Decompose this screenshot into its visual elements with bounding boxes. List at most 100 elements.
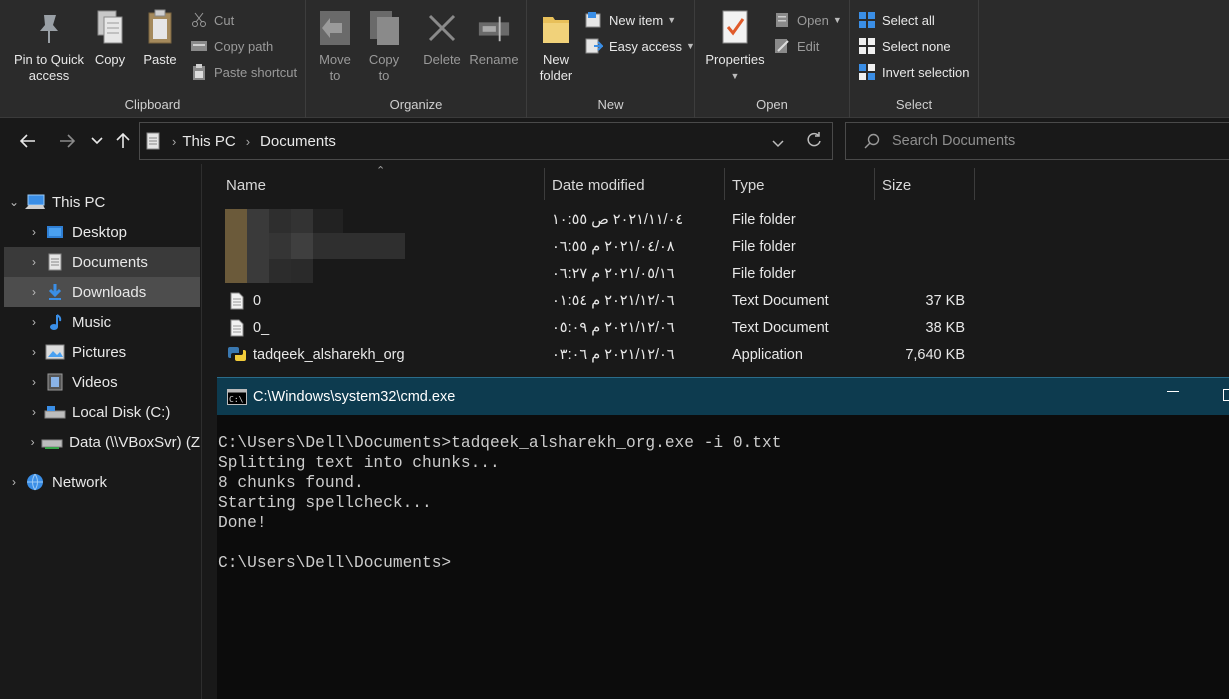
address-bar[interactable]: › This PC › Documents — [139, 122, 833, 160]
organize-group: Move to Copy to Delete Rename Organize — [306, 0, 527, 118]
collapsed-chevron-icon[interactable]: › — [24, 435, 41, 449]
column-divider[interactable] — [874, 168, 875, 200]
invert-selection-label: Invert selection — [882, 64, 970, 80]
paste-button[interactable]: Paste — [138, 8, 182, 68]
select-group: Select all Select none Invert selection … — [850, 0, 979, 118]
sidebar-item-label: Pictures — [72, 343, 127, 361]
select-all-button[interactable]: Select all — [858, 10, 935, 30]
search-icon — [864, 133, 880, 149]
paste-shortcut-icon — [190, 64, 208, 80]
text-document-icon — [230, 292, 244, 314]
rename-button[interactable]: Rename — [468, 8, 520, 68]
select-none-button[interactable]: Select none — [858, 36, 951, 56]
search-box[interactable]: Search Documents — [845, 122, 1229, 160]
sidebar-item-this-pc[interactable]: ⌄ This PC — [4, 187, 200, 217]
column-divider[interactable] — [724, 168, 725, 200]
collapsed-chevron-icon[interactable]: › — [24, 375, 44, 389]
new-group: New folder New item ▼ Easy access ▼ New — [527, 0, 695, 118]
new-item-button[interactable]: New item ▼ — [585, 10, 676, 30]
text-document-icon — [230, 319, 244, 341]
recent-locations-chevron-down-icon[interactable] — [84, 128, 110, 154]
sidebar-item-network[interactable]: › Network — [4, 467, 200, 497]
file-row[interactable]: ٢٠٢١/٠٥/١٦ م ٠٦:٢٧ File folder — [203, 262, 1229, 289]
collapsed-chevron-icon[interactable]: › — [24, 405, 44, 419]
sidebar-item-videos[interactable]: › Videos — [24, 367, 200, 397]
cmd-title-bar[interactable]: C:\ C:\Windows\system32\cmd.exe — [217, 377, 1229, 415]
sidebar-item-desktop[interactable]: › Desktop — [24, 217, 200, 247]
invert-selection-button[interactable]: Invert selection — [858, 62, 969, 82]
collapsed-chevron-icon[interactable]: › — [24, 285, 44, 299]
column-divider[interactable] — [974, 168, 975, 200]
breadcrumb-this-pc[interactable]: This PC — [182, 133, 235, 150]
sidebar-item-local-disk[interactable]: › Local Disk (C:) — [24, 397, 200, 427]
file-size: 7,640 KB — [905, 347, 965, 363]
move-to-button[interactable]: Move to — [314, 8, 356, 84]
column-header-date-modified[interactable]: Date modified — [552, 170, 645, 200]
back-arrow-icon[interactable] — [15, 128, 41, 154]
file-row[interactable]: ٢٠٢١/٠٤/٠٨ م ٠٦:٥٥ File folder — [203, 235, 1229, 262]
pictures-icon — [44, 343, 66, 361]
console-line: C:\Users\Dell\Documents>tadqeek_alsharek… — [218, 434, 782, 452]
sidebar-item-data-vboxsvr[interactable]: › Data (\\VBoxSvr) (Z — [24, 427, 200, 457]
sidebar-item-downloads[interactable]: › Downloads — [4, 277, 200, 307]
maximize-icon[interactable] — [1223, 389, 1229, 401]
properties-label: Properties — [705, 52, 765, 67]
edit-button[interactable]: Edit — [773, 36, 819, 56]
new-folder-icon — [539, 8, 573, 48]
sidebar-item-documents[interactable]: › Documents — [4, 247, 200, 277]
open-button[interactable]: Open ▼ — [773, 10, 842, 30]
file-date-modified: ٢٠٢١/١٢/٠٦ م ٠٥:٠٩ — [552, 320, 675, 336]
expanded-chevron-icon[interactable]: ⌄ — [4, 195, 24, 209]
breadcrumb-documents[interactable]: Documents — [260, 133, 336, 150]
column-header-size[interactable]: Size — [882, 170, 911, 200]
music-icon — [44, 313, 66, 331]
svg-text:C:\: C:\ — [229, 395, 244, 404]
sidebar-item-music[interactable]: › Music — [24, 307, 200, 337]
file-type: Application — [732, 347, 803, 363]
minimize-icon[interactable] — [1167, 391, 1179, 392]
file-row[interactable]: 0 ٢٠٢١/١٢/٠٦ م ٠١:٥٤ Text Document 37 KB — [203, 289, 1229, 316]
refresh-icon[interactable] — [806, 132, 822, 151]
column-header-type[interactable]: Type — [732, 170, 765, 200]
cmd-output[interactable]: C:\Users\Dell\Documents>tadqeek_alsharek… — [217, 415, 1229, 573]
collapsed-chevron-icon[interactable]: › — [4, 475, 24, 489]
pin-to-quick-access-button[interactable]: Pin to Quick access — [8, 8, 90, 84]
collapsed-chevron-icon[interactable]: › — [24, 225, 44, 239]
collapsed-chevron-icon[interactable]: › — [24, 345, 44, 359]
file-row[interactable]: ٢٠٢١/١١/٠٤ ص ١٠:٥٥ File folder — [203, 208, 1229, 235]
python-application-icon — [228, 345, 246, 367]
paste-label: Paste — [143, 52, 177, 67]
new-folder-button[interactable]: New folder — [535, 8, 577, 84]
file-date-modified: ٢٠٢١/١١/٠٤ ص ١٠:٥٥ — [552, 212, 684, 228]
easy-access-button[interactable]: Easy access ▼ — [585, 36, 695, 56]
organize-group-label: Organize — [389, 97, 443, 112]
properties-button[interactable]: Properties ▼ — [701, 8, 769, 84]
collapsed-chevron-icon[interactable]: › — [24, 255, 44, 269]
sidebar-item-label: Documents — [72, 253, 148, 271]
copy-button[interactable]: Copy — [90, 8, 130, 68]
column-header-name[interactable]: Name — [226, 170, 266, 200]
column-divider[interactable] — [544, 168, 545, 200]
forward-arrow-icon[interactable] — [54, 128, 80, 154]
cmd-icon: C:\ — [227, 388, 247, 405]
collapsed-chevron-icon[interactable]: › — [24, 315, 44, 329]
up-arrow-icon[interactable] — [110, 128, 136, 154]
copy-path-button[interactable]: Copy path — [190, 36, 273, 56]
paste-shortcut-button[interactable]: Paste shortcut — [190, 62, 297, 82]
copy-to-button[interactable]: Copy to — [364, 8, 404, 84]
address-history-chevron-down-icon[interactable] — [772, 135, 784, 151]
navigation-bar: › This PC › Documents Search Documents — [0, 118, 1229, 164]
file-row[interactable]: tadqeek_alsharekh_org ٢٠٢١/١٢/٠٦ م ٠٣:٠٦… — [203, 343, 1229, 370]
file-size: 38 KB — [925, 320, 966, 336]
sidebar-item-pictures[interactable]: › Pictures — [24, 337, 200, 367]
sidebar-item-label: Videos — [72, 373, 118, 391]
delete-button[interactable]: Delete — [420, 8, 464, 68]
network-drive-icon — [41, 433, 63, 451]
console-line: Done! — [218, 514, 267, 532]
console-line: C:\Users\Dell\Documents> — [218, 554, 452, 572]
copy-label: Copy — [94, 52, 126, 67]
file-row[interactable]: 0_ ٢٠٢١/١٢/٠٦ م ٠٥:٠٩ Text Document 38 K… — [203, 316, 1229, 343]
cut-button[interactable]: Cut — [190, 10, 234, 30]
file-date-modified: ٢٠٢١/٠٤/٠٨ م ٠٦:٥٥ — [552, 239, 675, 255]
